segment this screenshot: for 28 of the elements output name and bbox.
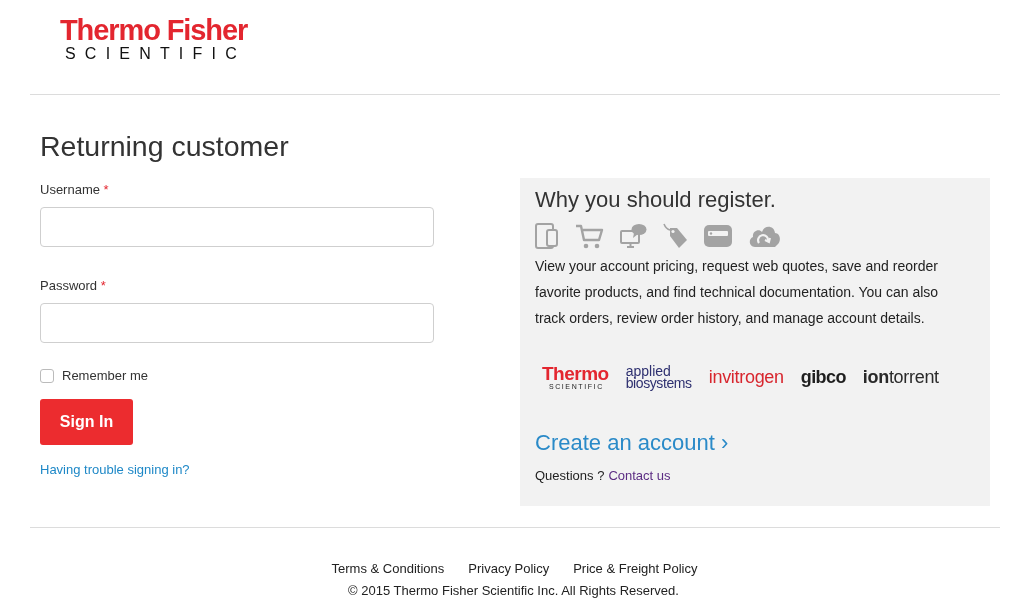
field-label: Password *: [40, 278, 106, 294]
remember-label: Remember me: [62, 368, 148, 384]
card-icon: [704, 223, 732, 249]
password-field[interactable]: [40, 303, 434, 343]
devices-icon: [535, 223, 559, 249]
copyright-text: © 2015 Thermo Fisher Scientific Inc. All Rights Reserved.: [348, 583, 679, 598]
tag-icon: [663, 223, 688, 249]
footer-link[interactable]: Privacy Policy: [468, 561, 550, 577]
brand-logo: applied biosystems: [625, 364, 692, 390]
username-field[interactable]: [40, 207, 434, 247]
footer-link[interactable]: Terms & Conditions: [331, 561, 445, 577]
panel-title: Why you should register.: [535, 186, 776, 214]
brand-logo: gibco: [800, 367, 846, 387]
footer-link[interactable]: Price & Freight Policy: [573, 561, 698, 577]
sign-in-button[interactable]: Sign In: [40, 399, 133, 445]
benefits-text: View your account pricing, request web quotes, save and reorder favorite products, and find technical documentation. You can also track orders, review order history, and manage account details.: [535, 257, 940, 328]
contact-link[interactable]: Contact us: [608, 468, 671, 483]
help-link[interactable]: Having trouble signing in?: [40, 462, 190, 477]
monitor-chat-icon: [620, 223, 647, 249]
brand-logo: invitrogen: [708, 367, 784, 387]
section-title: Returning customer: [40, 129, 289, 163]
field-label: Username *: [40, 182, 109, 198]
logo-tagline: SCIENTIFIC: [65, 45, 246, 63]
questions-text: Questions ?: [535, 468, 605, 483]
brand-logo: iontorrent: [862, 367, 939, 387]
cart-icon: [575, 223, 604, 249]
logo-wordmark: Thermo Fisher: [60, 15, 248, 45]
remember-checkbox[interactable]: [40, 369, 54, 383]
